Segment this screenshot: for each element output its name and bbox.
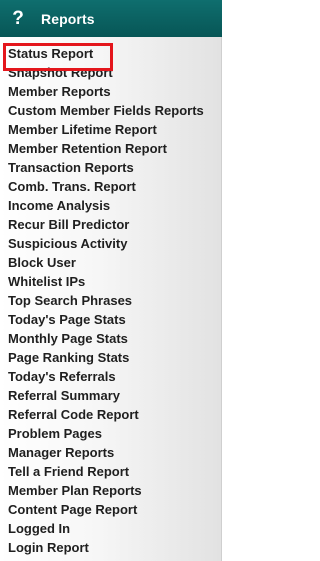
menu-item-problem-pages[interactable]: Problem Pages (0, 424, 222, 443)
menu-item-referral-summary[interactable]: Referral Summary (0, 386, 222, 405)
menu-item-login-report[interactable]: Login Report (0, 538, 222, 557)
menu-item-custom-member-fields-reports[interactable]: Custom Member Fields Reports (0, 101, 222, 120)
menu-item-monthly-page-stats[interactable]: Monthly Page Stats (0, 329, 222, 348)
menu-item-suspicious-activity[interactable]: Suspicious Activity (0, 234, 222, 253)
reports-header[interactable]: ? Reports (0, 0, 222, 37)
menu-item-member-retention-report[interactable]: Member Retention Report (0, 139, 222, 158)
menu-item-manager-reports[interactable]: Manager Reports (0, 443, 222, 462)
menu-item-transaction-reports[interactable]: Transaction Reports (0, 158, 222, 177)
question-mark-icon: ? (12, 7, 24, 29)
menu-item-status-report[interactable]: Status Report (0, 43, 222, 71)
menu-item-whitelist-ips[interactable]: Whitelist IPs (0, 272, 222, 291)
menu-item-content-page-report[interactable]: Content Page Report (0, 500, 222, 519)
menu-item-comb-trans-report[interactable]: Comb. Trans. Report (0, 177, 222, 196)
menu-item-todays-page-stats[interactable]: Today's Page Stats (0, 310, 222, 329)
menu-item-snapshot-report[interactable]: Snapshot Report (0, 63, 222, 82)
menu-item-member-plan-reports[interactable]: Member Plan Reports (0, 481, 222, 500)
menu-item-recur-bill-predictor[interactable]: Recur Bill Predictor (0, 215, 222, 234)
menu-item-top-search-phrases[interactable]: Top Search Phrases (0, 291, 222, 310)
menu-item-referral-code-report[interactable]: Referral Code Report (0, 405, 222, 424)
menu-item-block-user[interactable]: Block User (0, 253, 222, 272)
menu-item-logged-in[interactable]: Logged In (0, 519, 222, 538)
reports-menu: Status Report Snapshot Report Member Rep… (0, 43, 222, 557)
header-title: Reports (41, 10, 95, 27)
menu-item-todays-referrals[interactable]: Today's Referrals (0, 367, 222, 386)
reports-panel: ? Reports Status Report Snapshot Report … (0, 0, 222, 561)
menu-item-tell-a-friend-report[interactable]: Tell a Friend Report (0, 462, 222, 481)
menu-item-member-lifetime-report[interactable]: Member Lifetime Report (0, 120, 222, 139)
menu-item-page-ranking-stats[interactable]: Page Ranking Stats (0, 348, 222, 367)
menu-item-member-reports[interactable]: Member Reports (0, 82, 222, 101)
menu-item-income-analysis[interactable]: Income Analysis (0, 196, 222, 215)
